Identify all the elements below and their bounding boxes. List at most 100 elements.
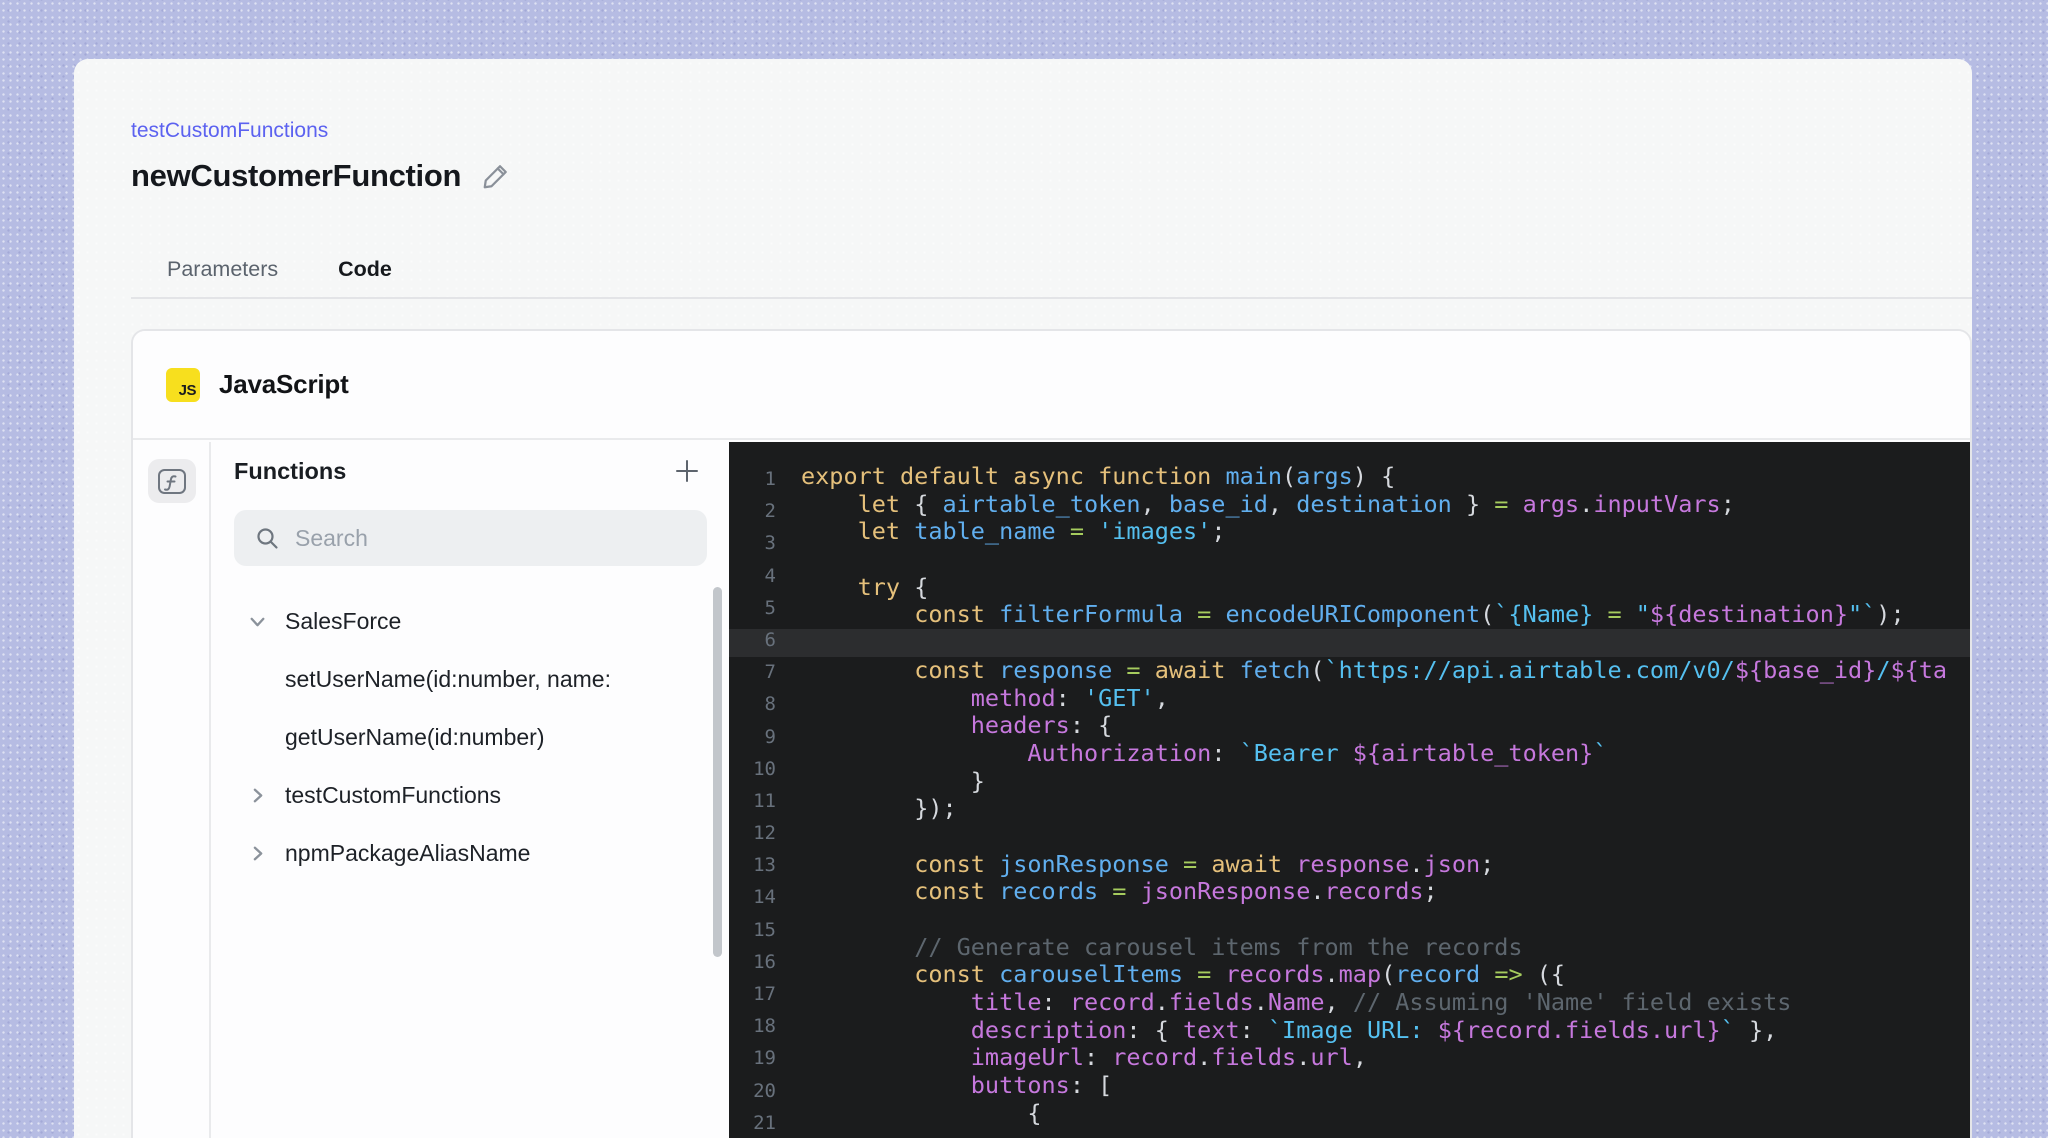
token-str: `Bearer — [1239, 738, 1353, 767]
token-prop: Authorization — [1027, 738, 1212, 767]
token-str: / — [1876, 655, 1891, 684]
line-number: 12 — [753, 822, 776, 845]
code-line[interactable]: let { airtable_token, base_id, destinati… — [801, 489, 1970, 519]
code-line[interactable] — [801, 906, 1970, 934]
tree-item-label: SalesForce — [285, 607, 402, 634]
tree-item-setusername-id-number-name-[interactable]: setUserName(id:number, name: — [211, 650, 715, 708]
code-line[interactable]: const carouselItems = records.map(record… — [801, 961, 1970, 989]
token-str: `https://api.airtable.com/v0/ — [1324, 655, 1735, 684]
code-line[interactable] — [801, 546, 1970, 574]
token-kw: const — [914, 600, 1000, 629]
code-line[interactable]: title: record.fields.Name, // Assuming '… — [801, 988, 1970, 1017]
code-editor[interactable]: 1 2 3 4 5 6 7 8 9 10 11 12 13 14 15 16 17 18 19 20 21 export… — [729, 442, 1970, 1138]
code-line[interactable]: let table_name = 'images'; — [801, 518, 1970, 546]
token-var: airtable_token — [942, 489, 1141, 518]
chevron-down-icon — [247, 611, 285, 632]
code-line[interactable]: buttons: [ — [801, 1071, 1970, 1100]
token-prop: inputVars — [1593, 489, 1721, 518]
token-pn: . — [1197, 1043, 1212, 1072]
code-line-active[interactable] — [801, 629, 1970, 657]
token-pn: }); — [914, 794, 957, 823]
token-str: `{Name} — [1494, 600, 1608, 629]
code-line[interactable]: const response = await fetch(`https://ap… — [801, 655, 1970, 685]
token-op: = — [1183, 849, 1212, 878]
token-prop: Name — [1267, 988, 1325, 1017]
code-line[interactable]: { — [801, 1099, 1970, 1128]
token-pn: , — [1267, 489, 1297, 518]
search-input[interactable] — [295, 524, 675, 552]
tab-code[interactable]: Code — [308, 241, 422, 354]
tree-item-salesforce[interactable]: SalesForce — [211, 592, 715, 650]
token-pn — [801, 711, 971, 739]
functions-rail-button[interactable] — [148, 459, 196, 503]
editor-body: Functions SalesForcesetUserName(id:n — [133, 442, 1970, 1138]
code-line[interactable]: Authorization: `Bearer ${airtable_token}… — [801, 738, 1970, 768]
token-pn: . — [1154, 988, 1169, 1017]
code-line[interactable]: try { — [801, 573, 1970, 602]
token-var: records — [999, 877, 1113, 906]
token-pn: ); — [1876, 600, 1905, 629]
token-prop: buttons — [970, 1071, 1070, 1100]
token-pn — [801, 877, 914, 905]
tab-label: Parameters — [167, 256, 279, 281]
tree-item-npmpackagealiasname[interactable]: npmPackageAliasName — [211, 824, 715, 882]
token-prop: ${airtable_token} — [1352, 738, 1594, 767]
left-icon-rail — [133, 442, 211, 1138]
line-number: 20 — [753, 1079, 776, 1102]
token-pn: : — [1239, 1015, 1268, 1044]
tree-item-testcustomfunctions[interactable]: testCustomFunctions — [211, 766, 715, 824]
functions-tree: SalesForce setUserName(id:number, name: ge… — [211, 592, 715, 882]
token-pn: : { — [1069, 711, 1113, 740]
token-kw: let — [857, 489, 915, 518]
token-str: 'images' — [1098, 517, 1212, 546]
line-number: 9 — [764, 725, 776, 748]
line-number-gutter: 1 2 3 4 5 6 7 8 9 10 11 12 13 14 15 16 17 18 19 20 21 — [729, 463, 776, 1138]
token-pn: , — [1154, 683, 1169, 712]
edit-pencil-icon[interactable] — [481, 161, 511, 191]
token-var: fetch — [1239, 655, 1311, 684]
line-number: 19 — [753, 1047, 776, 1070]
token-var: jsonResponse — [999, 849, 1184, 878]
code-editor-card: JS JavaScript Functions Search SalesForc… — [131, 329, 1972, 1138]
code-line[interactable]: headers: { — [801, 711, 1970, 740]
add-function-button[interactable] — [671, 455, 703, 487]
token-pn: ; — [1480, 849, 1495, 878]
code-line[interactable]: const jsonResponse = await response.json… — [801, 849, 1970, 879]
token-var: record — [1395, 960, 1495, 989]
token-prop: record — [1112, 1043, 1198, 1072]
code-line[interactable]: imageUrl: record.fields.url, — [801, 1044, 1970, 1072]
sidebar-scrollbar[interactable] — [713, 587, 722, 957]
token-kw: await — [1211, 849, 1297, 878]
line-number: 18 — [753, 1015, 776, 1038]
function-icon — [158, 468, 186, 494]
token-pn: : [ — [1069, 1071, 1113, 1100]
code-line[interactable]: const records = jsonResponse.records; — [801, 877, 1970, 906]
code-line[interactable]: // Generate carousel items from the reco… — [801, 932, 1970, 962]
tree-item-label: setUserName(id:number, name: — [285, 665, 611, 692]
code-line[interactable] — [801, 823, 1970, 851]
tab-label: Code — [338, 256, 392, 281]
token-cm: // Assuming 'Name' field exists — [1352, 988, 1792, 1017]
code-content: export default async function main(args)… — [801, 462, 1970, 1128]
token-op: = — [1197, 960, 1226, 989]
code-line[interactable]: }); — [801, 794, 1970, 823]
code-line[interactable]: } — [801, 767, 1970, 796]
code-line[interactable]: export default async function main(args)… — [801, 462, 1970, 491]
javascript-logo-icon: JS — [166, 367, 200, 402]
token-prop: records — [1225, 960, 1325, 989]
token-pn: ; — [1423, 877, 1438, 906]
token-prop: title — [970, 988, 1042, 1017]
tab-parameters[interactable]: Parameters — [137, 241, 308, 297]
code-line[interactable]: description: { text: `Image URL: ${recor… — [801, 1015, 1970, 1045]
line-number: 4 — [764, 564, 776, 587]
token-cm: // Generate carousel items from the reco… — [914, 932, 1523, 961]
line-number: 16 — [753, 950, 776, 973]
code-line[interactable]: const filterFormula = encodeURIComponent… — [801, 601, 1970, 629]
code-line[interactable]: method: 'GET', — [801, 683, 1970, 713]
functions-panel-title: Functions — [234, 458, 347, 484]
breadcrumb[interactable]: testCustomFunctions — [131, 119, 328, 143]
search-icon — [257, 527, 278, 549]
token-pn — [801, 1016, 971, 1044]
tree-item-getusername-id-number-[interactable]: getUserName(id:number) — [211, 708, 715, 766]
line-number: 3 — [764, 532, 776, 555]
